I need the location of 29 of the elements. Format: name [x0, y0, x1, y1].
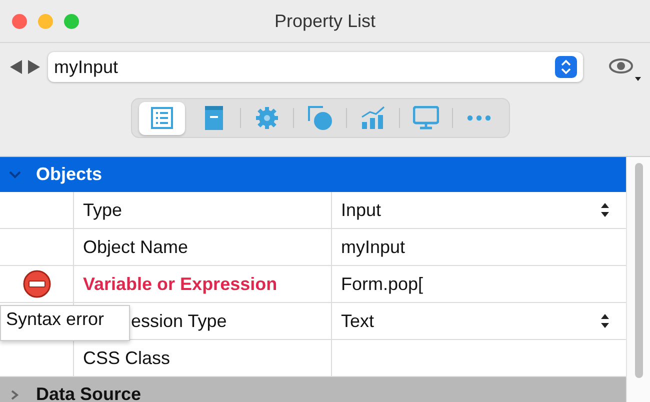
section-header[interactable]: Objects: [0, 157, 626, 192]
property-value[interactable]: myInput: [341, 236, 406, 258]
shapes-icon: [306, 105, 332, 131]
zoom-button[interactable]: [64, 14, 79, 28]
stepper-icon: [555, 56, 577, 78]
property-value[interactable]: Form.pop[: [341, 274, 424, 294]
object-select[interactable]: myInput: [48, 52, 583, 82]
minimize-button[interactable]: [38, 14, 53, 28]
gear-icon: [254, 106, 278, 130]
close-button[interactable]: [12, 14, 27, 28]
list-tab[interactable]: [138, 102, 184, 134]
window-title: Property List: [274, 10, 376, 32]
property-value[interactable]: Text: [341, 310, 374, 332]
property-label: Object Name: [74, 229, 332, 265]
back-forward-arrows-icon[interactable]: [9, 59, 41, 75]
section-header[interactable]: Data Source: [0, 377, 626, 402]
tooltip: Syntax error: [0, 305, 130, 341]
property-label: Variable or Expression: [74, 266, 332, 302]
form-icon: [204, 105, 224, 131]
chevron-icon: [8, 170, 22, 180]
property-value[interactable]: Input: [341, 200, 382, 220]
chart-icon: [360, 106, 386, 130]
updown-arrows-icon[interactable]: [600, 312, 610, 330]
property-label: Type: [74, 192, 332, 228]
monitor-icon: [412, 106, 438, 130]
more-icon: [466, 115, 490, 121]
list-icon: [150, 106, 174, 130]
updown-arrows-icon[interactable]: [600, 201, 610, 219]
scrollbar-thumb[interactable]: [634, 163, 642, 378]
